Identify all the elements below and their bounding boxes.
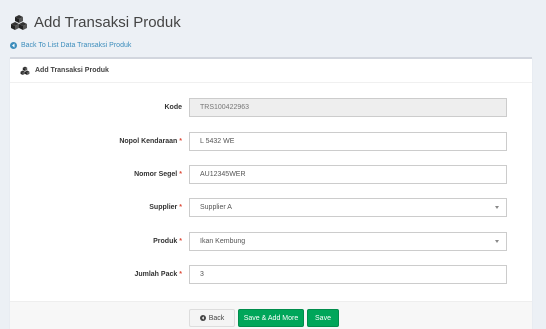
jumlah-input[interactable]: 3 [189, 265, 507, 284]
form-row-nopol: Nopol Kendaraan * L 5432 WE [10, 132, 532, 151]
back-to-list-link[interactable]: Back To List Data Transaksi Produk [10, 40, 536, 50]
save-button[interactable]: Save [307, 309, 339, 327]
jumlah-value: 3 [200, 271, 204, 278]
kode-label-text: Kode [164, 104, 183, 111]
nopol-input[interactable]: L 5432 WE [189, 132, 507, 151]
kode-input: TRS100422963 [189, 98, 507, 117]
supplier-select[interactable]: Supplier A [189, 198, 507, 217]
required-mark: * [179, 271, 182, 278]
form-box: Add Transaksi Produk Kode TRS100422963 N… [10, 57, 532, 329]
save-button-label: Save [315, 314, 331, 322]
nopol-value: L 5432 WE [200, 138, 235, 145]
produk-label-text: Produk [153, 238, 178, 245]
kode-label: Kode [32, 104, 183, 111]
segel-label-text: Nomor Segel [134, 171, 178, 178]
back-link-text[interactable]: Back To List Data Transaksi Produk [21, 42, 131, 49]
jumlah-label-text: Jumlah Pack [134, 271, 178, 278]
chevron-down-icon [495, 240, 499, 243]
form-row-jumlah: Jumlah Pack * 3 [10, 265, 532, 284]
nopol-label-text: Nopol Kendaraan [119, 138, 178, 145]
nopol-label: Nopol Kendaraan * [32, 138, 182, 145]
segel-label: Nomor Segel * [32, 171, 182, 178]
produk-select[interactable]: Ikan Kembung [189, 232, 507, 251]
supplier-label: Supplier * [32, 204, 182, 211]
supplier-label-text: Supplier [149, 204, 178, 211]
cubes-icon [20, 66, 30, 75]
required-mark: * [179, 204, 182, 211]
produk-label: Produk * [32, 238, 182, 245]
kode-value: TRS100422963 [200, 104, 250, 111]
box-footer: Back Save & Add More Save [10, 301, 532, 329]
form-row-supplier: Supplier * Supplier A [10, 198, 532, 217]
segel-input[interactable]: AU12345WER [189, 165, 507, 184]
box-header: Add Transaksi Produk [10, 59, 532, 83]
arrow-left-circle-icon [10, 41, 17, 49]
arrow-left-circle-icon [199, 315, 206, 321]
cubes-icon [11, 15, 27, 30]
back-button-label: Back [208, 314, 225, 322]
save-and-add-more-button[interactable]: Save & Add More [238, 309, 304, 327]
save-add-button-label: Save & Add More [243, 314, 299, 322]
page-title: Add Transaksi Produk [10, 12, 536, 32]
required-mark: * [179, 171, 182, 178]
form-row-produk: Produk * Ikan Kembung [10, 232, 532, 251]
page-header: Add Transaksi Produk Back To List Data T… [10, 12, 536, 50]
form-row-segel: Nomor Segel * AU12345WER [10, 165, 532, 184]
produk-value: Ikan Kembung [200, 238, 246, 245]
jumlah-label: Jumlah Pack * [32, 271, 182, 278]
supplier-value: Supplier A [200, 204, 232, 211]
required-mark: * [179, 138, 182, 145]
box-title: Add Transaksi Produk [35, 67, 109, 74]
form-row-kode: Kode TRS100422963 [10, 98, 532, 117]
back-button[interactable]: Back [189, 309, 235, 327]
segel-value: AU12345WER [200, 171, 246, 178]
chevron-down-icon [495, 206, 499, 209]
required-mark: * [179, 238, 182, 245]
page-title-text: Add Transaksi Produk [34, 13, 181, 31]
